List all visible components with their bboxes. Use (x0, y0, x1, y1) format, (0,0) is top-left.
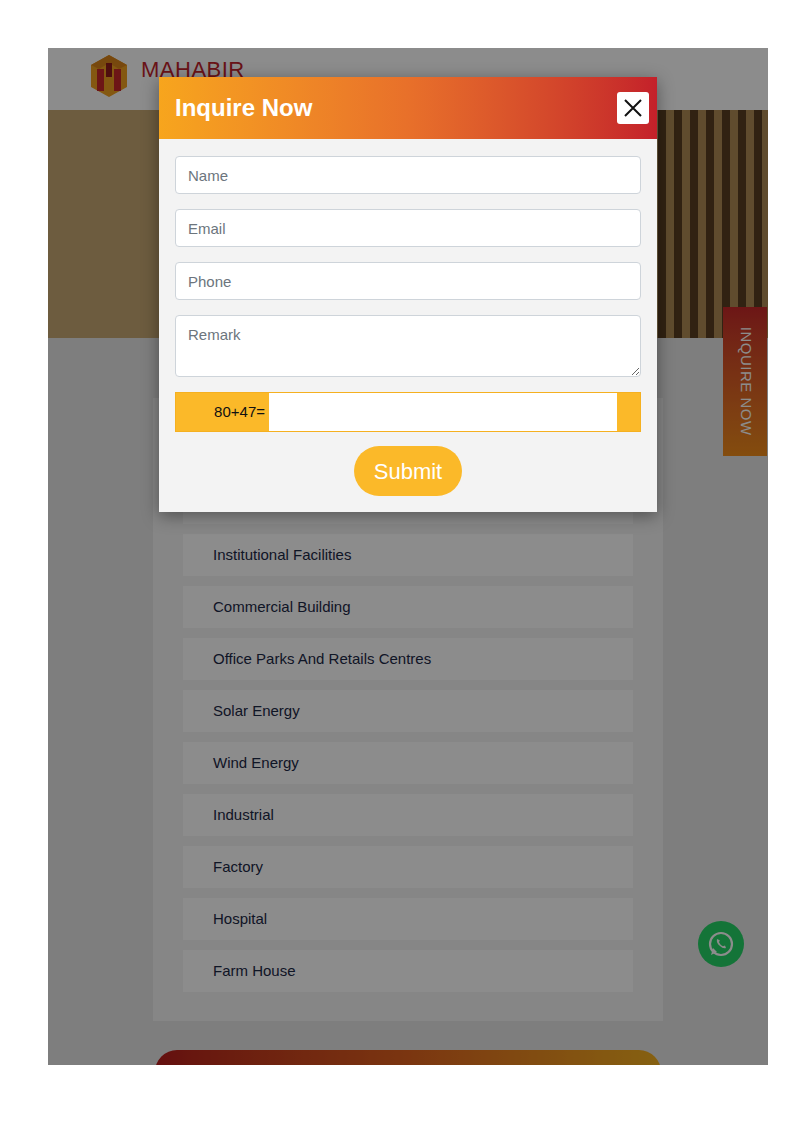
submit-button[interactable]: Submit (354, 446, 462, 496)
captcha-row: 80+47= (175, 392, 641, 432)
close-button[interactable] (617, 92, 649, 124)
inquiry-modal: Inquire Now 80+47= Submit (159, 77, 657, 512)
modal-header: Inquire Now (159, 77, 657, 139)
phone-field[interactable] (175, 262, 641, 300)
email-field[interactable] (175, 209, 641, 247)
remark-field[interactable] (175, 315, 641, 377)
site-frame: MAHABIR Institutional FacilitiesCommerci… (48, 48, 768, 1065)
name-field[interactable] (175, 156, 641, 194)
page-body: {"header": {"logo": "MAHABIR"}, "service… (0, 0, 793, 1123)
form-fields (175, 156, 641, 377)
submit-row: Submit (175, 446, 641, 496)
modal-title: Inquire Now (175, 90, 312, 126)
modal-body: 80+47= Submit (159, 139, 657, 512)
close-icon (623, 98, 643, 118)
captcha-input[interactable] (269, 393, 617, 431)
captcha-question: 80+47= (176, 401, 269, 424)
